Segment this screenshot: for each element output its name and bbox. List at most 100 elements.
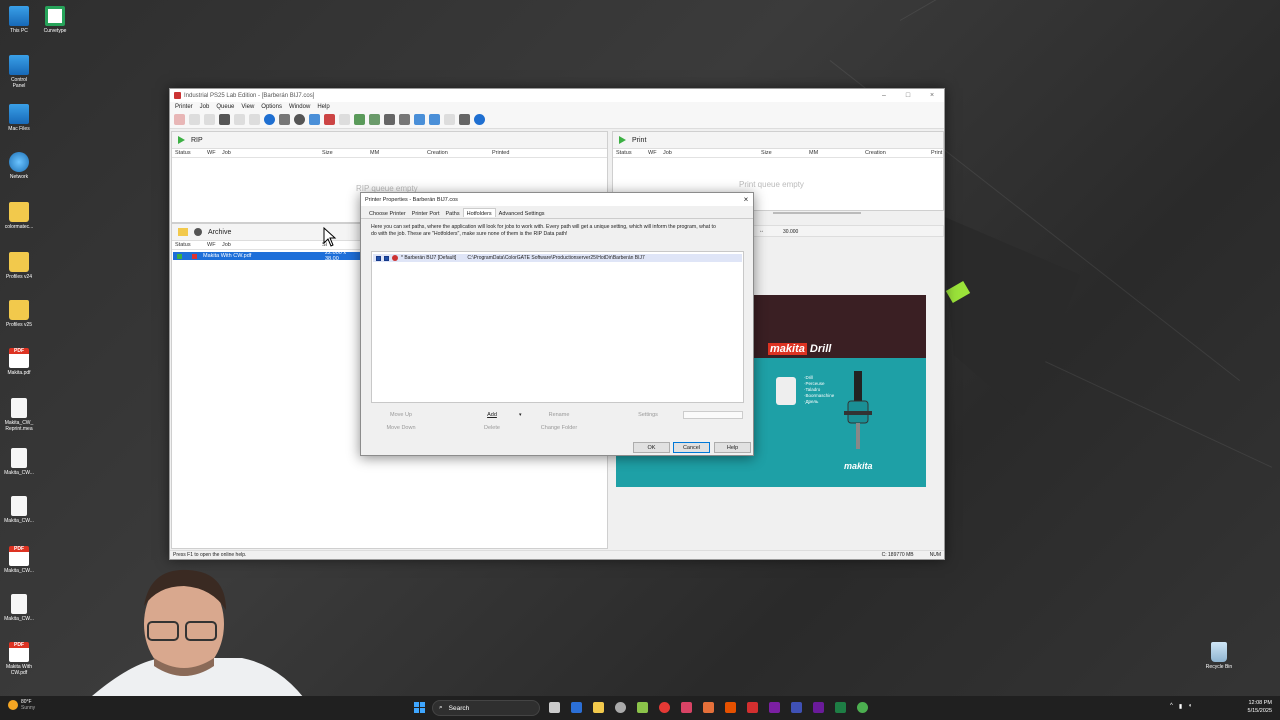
menu-window[interactable]: Window [289,104,310,110]
tab-hotfolders[interactable]: Hotfolders [462,208,496,217]
desktop-icon[interactable]: Profiles v24 [4,252,34,280]
chevron-up-icon[interactable]: ^ [1170,703,1173,710]
col-creation[interactable]: Creation [427,150,448,156]
close-icon[interactable]: × [739,195,753,204]
hotfolder-list[interactable]: * Barberán BIJ7 [Default] C:\ProgramData… [371,251,744,403]
taskbar-search[interactable]: ⌕ Search [432,700,540,716]
color-disabled-icon[interactable] [339,114,350,125]
add-button[interactable]: Add [464,410,520,420]
crop-icon[interactable] [384,114,395,125]
widgets-icon[interactable] [571,702,582,713]
col-job[interactable]: Job [222,242,231,248]
add-dropdown-icon[interactable]: ▾ [519,412,522,418]
app-icon[interactable] [813,702,824,713]
tile-icon[interactable] [369,114,380,125]
help-button[interactable]: Help [714,442,751,453]
edit-icon[interactable] [309,114,320,125]
tab-paths[interactable]: Paths [443,209,463,218]
delete-button[interactable]: Delete [464,423,520,433]
archive-row[interactable]: Makita With CW.pdf 22.000 x 38.00 [173,250,361,262]
desktop-icon[interactable]: Profiles v25 [4,300,34,328]
col-wf[interactable]: WF [207,242,216,248]
desktop-icon[interactable]: Makita_CW... [4,594,34,622]
excel-icon[interactable] [835,702,846,713]
app-icon[interactable] [769,702,780,713]
desktop-icon[interactable]: Makita_CW... [4,496,34,524]
col-print[interactable]: Print [931,150,942,156]
dialog-titlebar[interactable]: Printer Properties - Barberán BIJ7.cos × [361,193,753,206]
settings-icon[interactable] [615,702,626,713]
file-explorer-icon[interactable] [593,702,604,713]
color-icon[interactable] [324,114,335,125]
col-printed[interactable]: Printed [492,150,509,156]
weather-widget[interactable]: 80°F Sunny [8,699,35,711]
desktop-icon[interactable]: Curvetype [40,6,70,34]
col-job[interactable]: Job [222,150,231,156]
tab-choose-printer[interactable]: Choose Printer [366,209,409,218]
move-down-button[interactable]: Move Down [373,423,429,433]
preview-width-value[interactable]: 30.000 [783,229,798,235]
clock[interactable]: 12:08 PM 5/15/2025 [1248,699,1272,715]
app-icon[interactable] [791,702,802,713]
change-folder-button[interactable]: Change Folder [531,423,587,433]
desktop-icon[interactable]: Makita_CW_ Reprint.mea [4,398,34,432]
help-icon[interactable] [474,114,485,125]
tab-printer-port[interactable]: Printer Port [409,209,443,218]
layout-icon[interactable] [414,114,425,125]
list-icon[interactable] [459,114,470,125]
col-size[interactable]: Size [322,150,333,156]
cancel-button[interactable]: Cancel [673,442,710,453]
minimize-icon[interactable]: – [872,92,896,99]
app-icon[interactable] [681,702,692,713]
ruler-icon[interactable] [444,114,455,125]
col-creation[interactable]: Creation [865,150,886,156]
desktop-icon[interactable]: Makita_CW... [4,546,34,574]
printer-properties-dialog[interactable]: Printer Properties - Barberán BIJ7.cos ×… [360,192,754,456]
app-icon[interactable] [703,702,714,713]
col-mm[interactable]: MM [809,150,818,156]
folder-icon[interactable] [178,228,188,236]
app-icon[interactable] [637,702,648,713]
desktop-icon[interactable]: Makita With CW.pdf [4,642,34,676]
app-titlebar[interactable]: Industrial PS25 Lab Edition - [Barberán … [170,89,944,102]
desktop-icon[interactable]: Makita_CW... [4,448,34,476]
desktop-icon[interactable]: Network [4,152,34,180]
down-icon[interactable] [204,114,215,125]
desktop-icon[interactable]: Control Panel [4,55,34,89]
colorgate-icon[interactable] [747,702,758,713]
pause-icon[interactable] [234,114,245,125]
volume-icon[interactable]: ◖ [1188,703,1192,710]
col-status[interactable]: Status [175,150,191,156]
network-icon[interactable]: ▮ [1179,703,1182,710]
col-mm[interactable]: MM [370,150,379,156]
recycle-bin[interactable]: Recycle Bin [1204,642,1234,670]
checkbox-icon[interactable] [376,255,381,261]
ok-button[interactable]: OK [633,442,670,453]
delete-icon[interactable] [219,114,230,125]
menu-printer[interactable]: Printer [175,104,193,110]
start-button[interactable] [414,702,425,713]
menu-help[interactable]: Help [317,104,329,110]
maximize-icon[interactable]: □ [896,92,920,99]
col-status[interactable]: Status [175,242,191,248]
desktop-icon[interactable]: Makita.pdf [4,348,34,376]
rename-button[interactable]: Rename [531,410,587,420]
up-icon[interactable] [189,114,200,125]
desktop-icon[interactable]: This PC [4,6,34,34]
settings-button[interactable]: Settings [623,410,673,420]
print-scrollbar[interactable] [773,212,861,214]
stamp-icon[interactable] [399,114,410,125]
desktop-icon[interactable]: Mac Files [4,104,34,132]
app-icon[interactable] [725,702,736,713]
system-tray[interactable]: ^ ▮ ◖ [1170,703,1192,710]
menu-options[interactable]: Options [261,104,282,110]
chrome-icon[interactable] [659,702,670,713]
play-icon[interactable] [619,136,626,144]
col-wf[interactable]: WF [648,150,657,156]
menu-queue[interactable]: Queue [216,104,234,110]
stop-icon[interactable] [174,114,185,125]
upload-icon[interactable] [354,114,365,125]
printer-icon[interactable] [279,114,290,125]
settings-dropdown[interactable] [683,411,743,419]
col-status[interactable]: Status [616,150,632,156]
